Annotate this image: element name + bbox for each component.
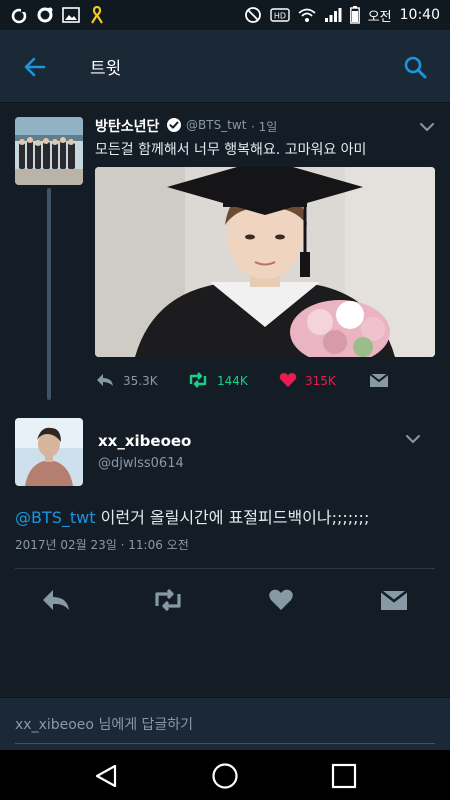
signal-icon [324, 6, 342, 24]
status-left [10, 6, 106, 24]
do-not-disturb-icon [244, 6, 262, 24]
system-nav-bar [0, 750, 450, 800]
tweet-timestamp: 2017년 02월 23일 · 11:06 오전 [15, 538, 189, 552]
image-icon [62, 6, 80, 24]
chevron-down-icon[interactable] [418, 118, 436, 136]
graduation-photo[interactable] [95, 167, 435, 357]
author-name[interactable]: xx_xibeoeo [98, 432, 191, 450]
wifi-icon [298, 6, 316, 24]
envelope-icon [369, 372, 389, 391]
heart-icon[interactable] [264, 583, 298, 617]
verified-badge-icon [166, 117, 182, 133]
status-right: HD 오전 10:40 [244, 6, 440, 25]
reply-icon[interactable] [39, 583, 73, 617]
author-handle[interactable]: @djwlss0614 [98, 456, 184, 471]
quoted-tweet-text: 모든걸 함께해서 너무 행복해요. 고마워요 아미 [95, 142, 367, 158]
like-action[interactable]: 315K [279, 370, 336, 392]
arrow-left-icon[interactable] [22, 54, 48, 80]
thread-line [47, 188, 51, 400]
search-icon[interactable] [402, 54, 428, 80]
tweet-text: @BTS_twt 이런거 올릴시간에 표절피드백이나;;;;;;; [15, 504, 369, 528]
envelope-icon[interactable] [377, 583, 411, 617]
appbar-divider [0, 102, 450, 103]
reply-bar: xx_xibeoeo 님에게 답글하기 [0, 697, 450, 750]
ribbon-icon [88, 6, 106, 24]
mention-link[interactable]: @BTS_twt [15, 508, 96, 527]
retweet-icon [187, 371, 209, 391]
hd-icon: HD [270, 6, 290, 24]
quoted-author-handle[interactable]: @BTS_twt [186, 118, 246, 132]
status-bar: HD 오전 10:40 [0, 0, 450, 30]
reply-action[interactable]: 35.3K [95, 370, 158, 392]
reply-icon [95, 372, 115, 391]
quoted-time: · 1일 [251, 120, 278, 134]
author-avatar[interactable] [15, 418, 83, 486]
reply-count: 35.3K [123, 374, 158, 388]
tweet-actions [0, 583, 450, 617]
home-circle-icon[interactable] [211, 762, 239, 790]
battery-icon [349, 6, 360, 24]
heart-icon [279, 372, 297, 391]
svg-text:HD: HD [274, 12, 286, 21]
quoted-actions: 35.3K 144K 315K [95, 370, 395, 392]
cloud-icon [10, 6, 28, 24]
bts-avatar[interactable] [15, 117, 83, 185]
retweet-icon[interactable] [151, 583, 185, 617]
app-bar: 트윗 [0, 30, 450, 102]
back-triangle-icon[interactable] [92, 762, 120, 790]
settings-icon [36, 6, 54, 24]
reply-underline [15, 743, 435, 744]
like-count: 315K [305, 374, 336, 388]
quoted-author-name[interactable]: 방탄소년단 [95, 116, 159, 136]
status-ampm: 오전 [367, 9, 392, 25]
chevron-down-icon[interactable] [404, 430, 422, 448]
page-title: 트윗 [90, 59, 122, 79]
recents-square-icon[interactable] [330, 762, 358, 790]
status-clock: 10:40 [399, 7, 440, 23]
tweet-divider [15, 568, 435, 569]
retweet-action[interactable]: 144K [187, 370, 248, 392]
dm-action[interactable] [369, 370, 389, 392]
reply-input[interactable]: xx_xibeoeo 님에게 답글하기 [15, 714, 193, 734]
retweet-count: 144K [217, 374, 248, 388]
tweet-body: 이런거 올릴시간에 표절피드백이나;;;;;;; [95, 508, 370, 527]
